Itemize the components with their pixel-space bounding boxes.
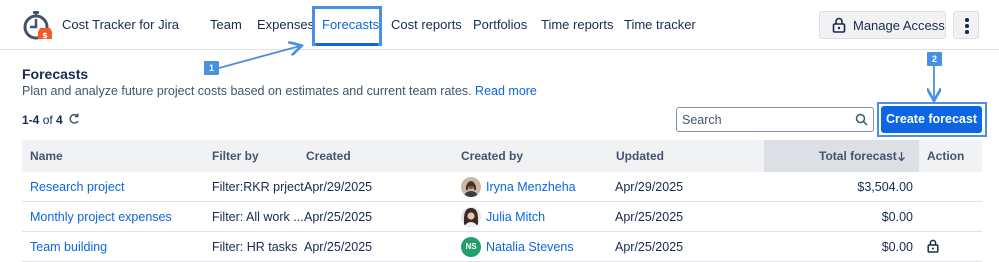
nav-tab-time-tracker[interactable]: Time tracker	[624, 17, 696, 32]
more-options-button[interactable]	[953, 11, 979, 39]
forecast-name-link[interactable]: Team building	[30, 240, 107, 254]
active-tab-indicator	[316, 43, 378, 46]
refresh-icon[interactable]	[68, 112, 80, 126]
app-title: Cost Tracker for Jira	[62, 17, 180, 32]
lock-icon	[832, 17, 846, 33]
column-header-action: Action	[927, 149, 965, 163]
manage-access-label: Manage Access	[853, 18, 945, 33]
stopwatch-money-logo-icon[interactable]: $	[22, 9, 54, 41]
column-header-updated[interactable]: Updated	[616, 149, 664, 163]
created-cell: Apr/25/2025	[304, 210, 373, 224]
nav-tab-expenses[interactable]: Expenses	[257, 17, 314, 32]
updated-cell: Apr/29/2025	[615, 180, 684, 194]
nav-tab-team[interactable]: Team	[210, 17, 242, 32]
callout-highlight-forecasts-tab	[312, 6, 382, 46]
column-header-total-forecast[interactable]: Total forecast	[819, 149, 897, 163]
read-more-link[interactable]: Read more	[475, 84, 537, 98]
callout-badge-2: 2	[927, 52, 942, 66]
created-cell: Apr/25/2025	[304, 240, 373, 254]
count-of: of	[42, 113, 53, 127]
filter-cell: Filter: All work ...	[212, 210, 304, 224]
avatar: NS	[461, 237, 481, 257]
create-forecast-button[interactable]: Create forecast	[881, 106, 982, 133]
page-description: Plan and analyze future project costs ba…	[22, 84, 537, 98]
result-count: 1-4 of 4	[22, 113, 63, 127]
more-vertical-icon	[965, 18, 969, 22]
svg-text:$: $	[42, 31, 48, 40]
nav-tab-cost-reports[interactable]: Cost reports	[391, 17, 462, 32]
total-forecast-cell: $3,504.00	[857, 180, 913, 194]
column-header-created[interactable]: Created	[306, 149, 351, 163]
created-by-link[interactable]: Natalia Stevens	[486, 240, 574, 254]
forecast-name-link[interactable]: Research project	[30, 180, 125, 194]
created-by-link[interactable]: Julia Mitch	[486, 210, 545, 224]
page-title: Forecasts	[22, 66, 89, 82]
page-description-text: Plan and analyze future project costs ba…	[22, 84, 472, 98]
search-input[interactable]	[682, 111, 852, 128]
created-by-link[interactable]: Iryna Menzheha	[486, 180, 576, 194]
total-forecast-cell: $0.00	[881, 240, 913, 254]
search-field[interactable]	[676, 107, 874, 132]
nav-tab-time-reports[interactable]: Time reports	[541, 17, 613, 32]
updated-cell: Apr/25/2025	[615, 210, 684, 224]
lock-icon[interactable]	[927, 239, 939, 253]
sort-down-arrow-icon[interactable]	[897, 151, 906, 162]
filter-cell: Filter:RKR prject	[212, 180, 304, 194]
total-forecast-cell: $0.00	[881, 210, 913, 224]
avatar	[461, 177, 481, 197]
top-navigation: $ Cost Tracker for Jira Team Expenses Fo…	[0, 0, 999, 50]
column-header-name[interactable]: Name	[30, 149, 63, 163]
count-range: 1-4	[22, 113, 40, 127]
callout-badge-1: 1	[204, 61, 219, 75]
filter-cell: Filter: HR tasks	[212, 240, 298, 254]
created-cell: Apr/29/2025	[304, 180, 373, 194]
search-icon	[855, 113, 868, 126]
forecast-name-link[interactable]: Monthly project expenses	[30, 210, 172, 224]
avatar	[461, 207, 481, 227]
count-total: 4	[56, 113, 63, 127]
updated-cell: Apr/25/2025	[615, 240, 684, 254]
column-header-filter[interactable]: Filter by	[212, 149, 259, 163]
manage-access-button[interactable]: Manage Access	[819, 11, 946, 39]
nav-tab-portfolios[interactable]: Portfolios	[473, 17, 527, 32]
column-header-created-by[interactable]: Created by	[461, 149, 523, 163]
